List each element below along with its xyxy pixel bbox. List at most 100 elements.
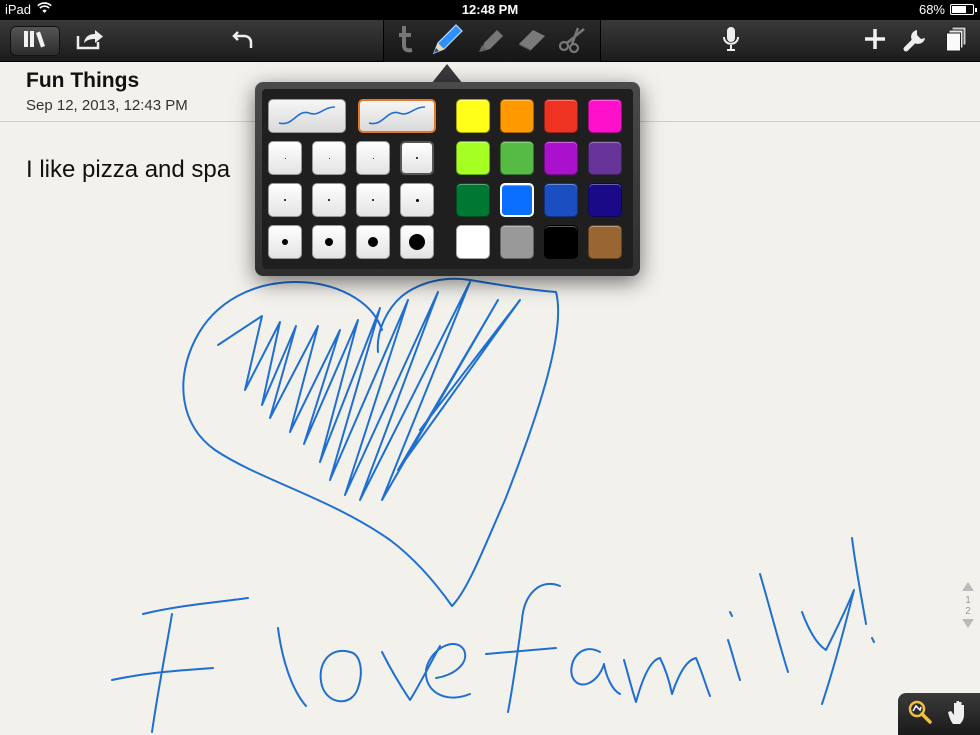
page-number-2[interactable]: 2 <box>958 606 978 617</box>
undo-button[interactable] <box>227 26 259 56</box>
zoom-icon <box>906 698 934 731</box>
smooth-curve-icon <box>368 106 426 125</box>
heart-outline-stroke <box>182 277 560 607</box>
add-button[interactable] <box>861 26 889 56</box>
scribble-fill-stroke <box>217 281 521 501</box>
page-navigator: 1 2 <box>958 580 978 650</box>
eraser-tool-icon <box>516 26 548 57</box>
color-swatch[interactable] <box>456 99 490 133</box>
share-button[interactable] <box>72 26 108 56</box>
letter-f-stroke <box>485 583 561 713</box>
eraser-tool-button[interactable] <box>514 26 550 56</box>
color-swatch[interactable] <box>588 141 622 175</box>
library-button[interactable] <box>10 26 60 56</box>
toolbar <box>0 20 980 62</box>
settings-button[interactable] <box>901 26 931 56</box>
size-dot <box>415 198 419 202</box>
page-number-1[interactable]: 1 <box>958 595 978 606</box>
pen-size-option[interactable] <box>312 183 346 217</box>
letter-l2-stroke <box>759 573 789 673</box>
color-swatch[interactable] <box>500 141 534 175</box>
color-swatch[interactable] <box>544 99 578 133</box>
smoothing-option-1[interactable] <box>268 99 346 133</box>
hand-button[interactable] <box>942 699 976 729</box>
drawing-tools <box>383 20 601 62</box>
smooth-curve-icon <box>278 106 336 125</box>
letter-a-stroke <box>570 648 621 695</box>
color-swatch[interactable] <box>500 183 534 217</box>
color-swatch[interactable] <box>544 225 578 259</box>
letter-l-stroke <box>277 627 307 707</box>
share-icon <box>75 27 105 56</box>
size-dot <box>372 157 374 159</box>
size-dot <box>284 199 286 201</box>
books-icon <box>22 29 48 54</box>
exclamation-stroke <box>851 537 875 643</box>
text-tool-icon <box>396 25 416 58</box>
pen-size-option[interactable] <box>356 225 390 259</box>
microphone-button[interactable] <box>718 26 744 56</box>
bottom-toolbar <box>898 693 980 735</box>
color-swatch[interactable] <box>456 225 490 259</box>
pages-icon <box>946 26 968 57</box>
microphone-icon <box>722 26 740 57</box>
popover-content <box>262 89 633 269</box>
size-dot <box>416 157 418 159</box>
color-swatch[interactable] <box>588 99 622 133</box>
size-dot <box>368 237 378 247</box>
size-dot <box>328 157 330 159</box>
page-up-icon[interactable] <box>962 582 974 591</box>
letter-v-stroke <box>381 645 441 701</box>
battery-icon <box>950 4 977 15</box>
letter-y-stroke <box>801 589 855 705</box>
highlighter-tool-button[interactable] <box>474 26 508 56</box>
add-icon <box>864 28 886 55</box>
hand-icon <box>946 698 972 731</box>
page-down-icon[interactable] <box>962 619 974 628</box>
color-swatch[interactable] <box>544 183 578 217</box>
zoom-button[interactable] <box>903 699 937 729</box>
pen-size-option[interactable] <box>268 141 302 175</box>
pen-size-option[interactable] <box>356 183 390 217</box>
pen-size-option[interactable] <box>312 225 346 259</box>
letter-e-stroke <box>424 643 471 699</box>
clock: 12:48 PM <box>461 2 519 17</box>
scissors-tool-button[interactable] <box>554 26 590 56</box>
undo-icon <box>231 27 255 56</box>
color-swatch[interactable] <box>500 99 534 133</box>
size-dot <box>284 157 286 159</box>
color-swatch[interactable] <box>500 225 534 259</box>
size-dot <box>328 199 330 201</box>
letter-i-stroke <box>727 611 741 681</box>
pen-size-option[interactable] <box>268 225 302 259</box>
size-dot <box>372 199 374 201</box>
pen-size-option[interactable] <box>268 183 302 217</box>
battery-fill <box>952 6 966 13</box>
text-tool-button[interactable] <box>390 25 422 58</box>
size-dot <box>409 234 425 250</box>
pen-options-popover <box>255 82 640 276</box>
pen-size-option[interactable] <box>400 141 434 175</box>
size-dot <box>325 238 333 246</box>
letter-I-stroke <box>111 597 249 733</box>
pen-size-option[interactable] <box>400 225 434 259</box>
color-swatch[interactable] <box>456 183 490 217</box>
pen-size-option[interactable] <box>356 141 390 175</box>
color-swatch[interactable] <box>456 141 490 175</box>
scissors-tool-icon <box>557 25 587 58</box>
wrench-icon <box>903 26 929 57</box>
size-dot <box>282 239 288 245</box>
pen-tool-icon <box>430 21 466 62</box>
color-swatch[interactable] <box>544 141 578 175</box>
pen-tool-button[interactable] <box>428 22 468 60</box>
pen-size-option[interactable] <box>312 141 346 175</box>
pages-button[interactable] <box>942 26 972 56</box>
color-swatch[interactable] <box>588 225 622 259</box>
status-bar: iPad 12:48 PM 68% <box>0 0 980 20</box>
color-swatch[interactable] <box>588 183 622 217</box>
letter-o-stroke <box>319 649 362 703</box>
battery-label: 68% <box>918 2 945 17</box>
popover-caret <box>431 64 463 84</box>
pen-size-option[interactable] <box>400 183 434 217</box>
smoothing-option-2[interactable] <box>358 99 436 133</box>
